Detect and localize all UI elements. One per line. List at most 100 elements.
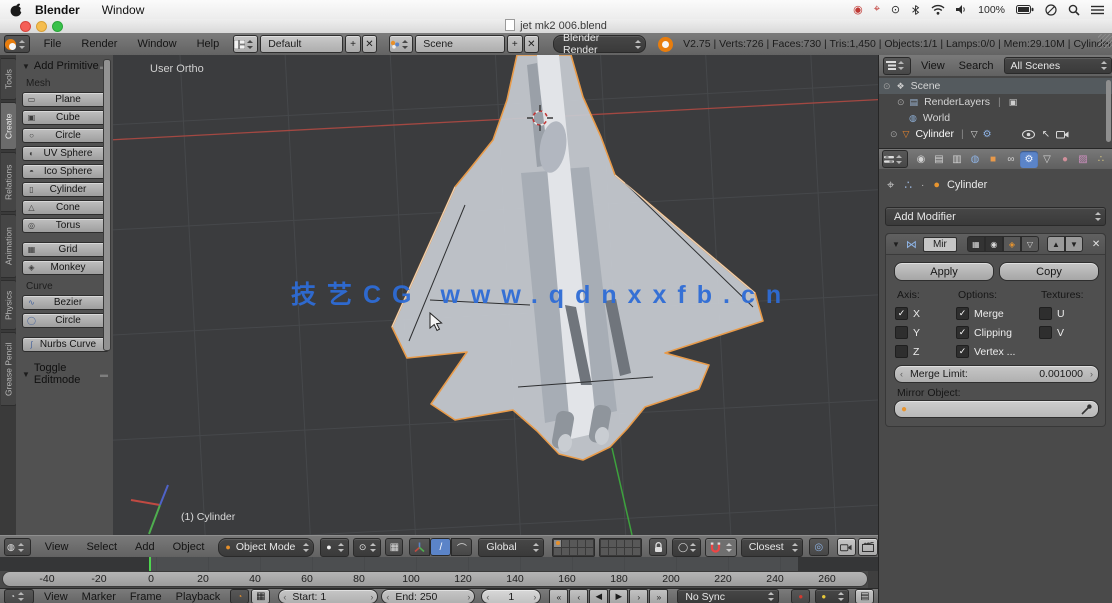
delete-modifier-icon[interactable]: ✕ xyxy=(1092,239,1100,250)
shelf-tab-physics[interactable]: Physics xyxy=(1,280,17,330)
outliner-row-renderlayers[interactable]: ⊙ ▤ RenderLayers | ▣ xyxy=(879,94,1112,110)
toggle-editmode-panel-header[interactable]: ▼ Toggle Editmode ▬ xyxy=(16,362,113,386)
pin-icon[interactable]: ⌖ xyxy=(887,177,894,193)
current-frame-line[interactable] xyxy=(149,557,151,571)
prev-keyframe-button[interactable]: ‹ xyxy=(569,589,588,603)
bluetooth-icon[interactable] xyxy=(911,4,920,16)
render-engine-selector[interactable]: Blender Render xyxy=(553,35,646,53)
screen-layout-icon-button[interactable] xyxy=(233,35,258,53)
properties-editor-type-button[interactable] xyxy=(882,150,908,168)
timeline-track[interactable] xyxy=(0,557,878,571)
texture-checkbox[interactable]: V xyxy=(1039,325,1065,340)
resize-grip[interactable] xyxy=(1098,34,1112,48)
opengl-render-image-button[interactable] xyxy=(837,538,857,556)
vp-menu-view[interactable]: View xyxy=(45,541,69,553)
tl-menu-marker[interactable]: Marker xyxy=(82,591,116,603)
expand-triangle-icon[interactable]: ▼ xyxy=(892,240,900,249)
axis-checkbox[interactable]: X xyxy=(895,306,920,321)
menu-render[interactable]: Render xyxy=(81,38,117,50)
translate-manipulator-toggle[interactable] xyxy=(409,538,430,556)
sync-mode-selector[interactable]: No Sync xyxy=(677,589,779,603)
shelf-tab-create[interactable]: Create xyxy=(1,102,17,150)
tool-shelf-scrollbar[interactable] xyxy=(103,59,111,351)
menubar-window-menu[interactable]: Window xyxy=(102,3,145,17)
scene-tab[interactable]: ▥ xyxy=(948,151,966,168)
do-not-disturb-icon[interactable] xyxy=(1045,4,1057,16)
checkbox-icon[interactable] xyxy=(956,307,969,320)
selectability-icon[interactable]: ↖ xyxy=(1042,129,1050,140)
primitive-button[interactable]: ◯ Circle xyxy=(22,313,109,328)
checkbox-icon[interactable] xyxy=(956,345,969,358)
editor-type-button[interactable] xyxy=(4,35,30,53)
keying-grid-button[interactable]: ▦ xyxy=(251,589,270,603)
option-checkbox[interactable]: Vertex ... xyxy=(956,344,1015,359)
add-layout-button[interactable]: + xyxy=(345,35,361,53)
spotlight-icon[interactable] xyxy=(1068,4,1080,16)
checkbox-icon[interactable] xyxy=(895,307,908,320)
lock-to-scene-toggle[interactable] xyxy=(649,538,667,556)
insert-keyframe-button[interactable]: ▤ xyxy=(855,589,874,603)
viewport-shading-selector[interactable]: ● xyxy=(320,538,349,557)
layers-widget[interactable] xyxy=(552,538,642,557)
vp-menu-select[interactable]: Select xyxy=(86,541,117,553)
add-primitive-panel-header[interactable]: ▼ Add Primitive ▬ xyxy=(16,60,113,72)
eyedropper-icon[interactable] xyxy=(1081,404,1092,415)
primitive-button[interactable]: ▯ Cylinder xyxy=(22,182,109,197)
delete-layout-button[interactable]: ✕ xyxy=(362,35,378,53)
timeline-scrollbar[interactable]: -40-200204060801001201401601802002202402… xyxy=(2,571,868,587)
merge-limit-slider[interactable]: ‹ Merge Limit: 0.001000 › xyxy=(894,365,1099,383)
snap-peel-toggle[interactable]: ◎ xyxy=(809,538,829,556)
checkbox-icon[interactable] xyxy=(1039,307,1052,320)
primitive-button[interactable]: ∫ Nurbs Curve xyxy=(22,337,109,352)
apply-button[interactable]: Apply xyxy=(894,262,994,281)
opengl-render-animation-button[interactable] xyxy=(858,538,878,556)
record-target-icon[interactable]: ⊙ xyxy=(891,3,900,16)
copy-button[interactable]: Copy xyxy=(999,262,1099,281)
outliner-scrollbar[interactable] xyxy=(1106,80,1111,142)
menu-window[interactable]: Window xyxy=(137,38,176,50)
object-data-tab[interactable]: ▽ xyxy=(1038,151,1056,168)
play-reverse-button[interactable]: ◀ xyxy=(589,589,608,603)
constraints-tab[interactable]: ∞ xyxy=(1002,151,1020,168)
primitive-button[interactable]: ◓ Ico Sphere xyxy=(22,164,109,179)
modifier-header[interactable]: ▼ ⋈ Mir ▦ ◉ ◈ ▽ ▲ ▼ ✕ xyxy=(886,234,1105,255)
checkbox-icon[interactable] xyxy=(956,326,969,339)
menu-help[interactable]: Help xyxy=(197,38,220,50)
checkbox-icon[interactable] xyxy=(895,326,908,339)
keying-set-selector[interactable]: ● xyxy=(815,589,849,603)
disclosure-icon[interactable]: ⊙ xyxy=(897,97,905,108)
mode-selector[interactable]: ● Object Mode xyxy=(218,538,314,557)
jump-to-start-button[interactable]: « xyxy=(549,589,568,603)
primitive-button[interactable]: ▦ Grid xyxy=(22,242,109,257)
outliner-menu-search[interactable]: Search xyxy=(959,60,994,72)
rotate-manipulator-toggle[interactable]: / xyxy=(430,538,451,556)
add-scene-button[interactable]: + xyxy=(507,35,523,53)
notification-center-icon[interactable] xyxy=(1091,5,1104,15)
timeline-editor-type-button[interactable]: ◔ xyxy=(4,589,34,603)
outliner-row-scene[interactable]: ⊙ ❖ Scene xyxy=(879,78,1112,94)
shelf-tab-animation[interactable]: Animation xyxy=(1,214,17,278)
move-modifier-down-button[interactable]: ▼ xyxy=(1065,236,1083,252)
apple-icon[interactable] xyxy=(10,3,23,17)
transform-orientation-selector[interactable]: Global xyxy=(478,538,544,557)
world-tab[interactable]: ◍ xyxy=(966,151,984,168)
shelf-tab-grease-pencil[interactable]: Grease Pencil xyxy=(1,332,17,406)
delete-scene-button[interactable]: ✕ xyxy=(524,35,540,53)
mirror-object-field[interactable]: ● xyxy=(894,400,1099,418)
window-titlebar[interactable]: jet mk2 006.blend xyxy=(0,19,1112,34)
modifier-visibility-toggle[interactable]: ◉ xyxy=(985,236,1003,252)
renderability-camera-icon[interactable] xyxy=(1056,130,1069,139)
slider-right-arrow[interactable]: › xyxy=(1090,369,1093,379)
pivot-point-selector[interactable]: ⊙ xyxy=(353,538,382,557)
wifi-icon[interactable] xyxy=(931,4,945,15)
render-layers-tab[interactable]: ▤ xyxy=(930,151,948,168)
shelf-tab-relations[interactable]: Relations xyxy=(1,152,17,212)
screen-recording-icon[interactable]: ◉ xyxy=(853,3,863,16)
shelf-tab-tools[interactable]: Tools xyxy=(1,58,17,100)
snap-target-selector[interactable]: Closest xyxy=(741,538,803,557)
modifiers-tab[interactable]: ⚙ xyxy=(1020,151,1038,168)
layers-block-2[interactable] xyxy=(599,538,642,557)
use-preview-range-toggle[interactable]: ◔ xyxy=(230,589,249,603)
primitive-button[interactable]: ○ Circle xyxy=(22,128,109,143)
primitive-button[interactable]: △ Cone xyxy=(22,200,109,215)
